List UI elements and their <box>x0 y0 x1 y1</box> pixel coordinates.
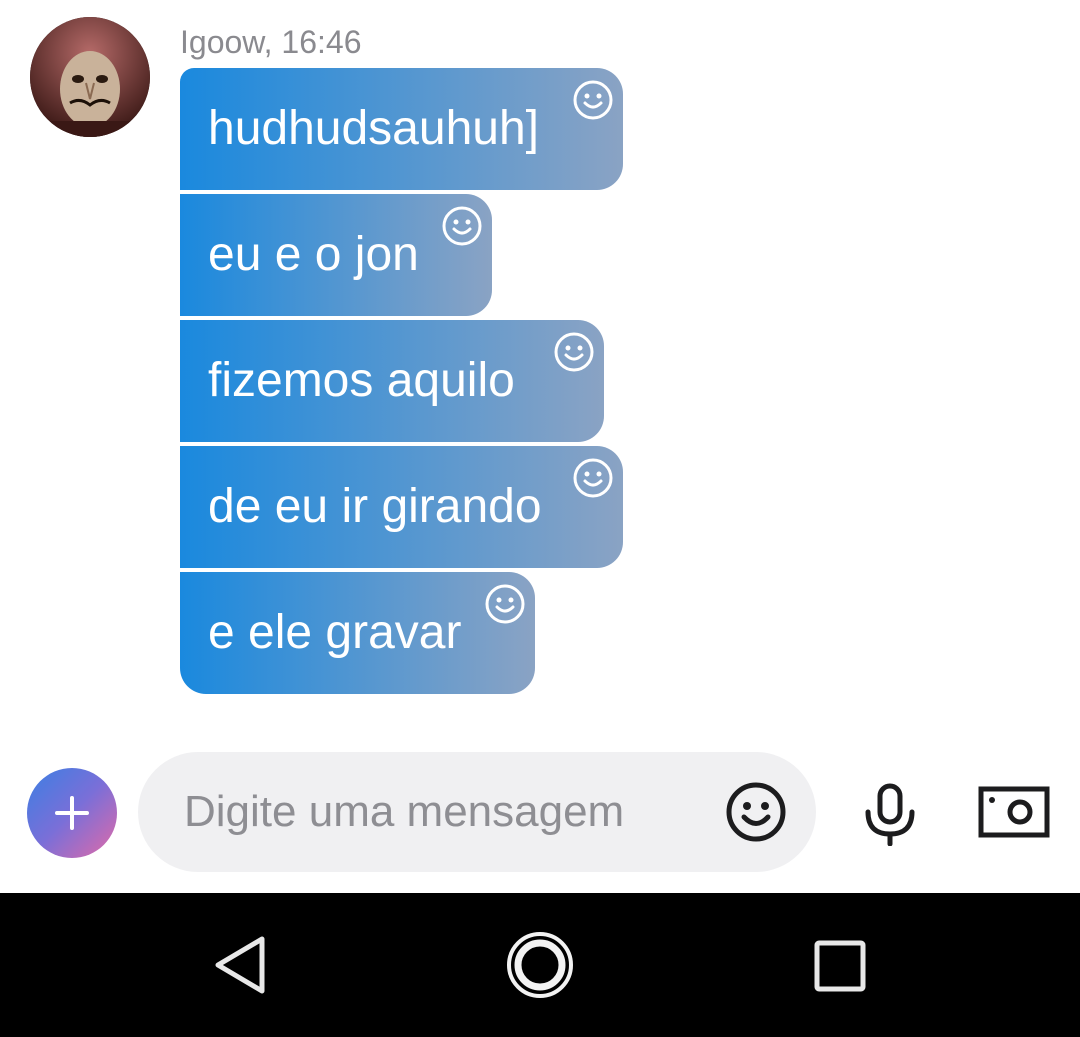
recents-square-icon[interactable] <box>812 938 868 994</box>
camera-icon[interactable] <box>978 786 1050 838</box>
message-input[interactable]: Digite uma mensagem <box>138 752 816 872</box>
message-text: eu e o jon <box>208 228 419 281</box>
message-bubble[interactable]: fizemos aquilo <box>180 320 604 442</box>
avatar-image <box>30 17 150 137</box>
message-text: de eu ir girando <box>208 480 542 533</box>
add-attachment-button[interactable] <box>27 768 117 858</box>
message-bubble[interactable]: eu e o jon <box>180 194 492 316</box>
home-circle-icon[interactable] <box>505 930 575 1000</box>
message-bubble[interactable]: de eu ir girando <box>180 446 623 568</box>
message-text: e ele gravar <box>208 606 462 659</box>
avatar[interactable] <box>30 17 150 137</box>
message-composer: Digite uma mensagem <box>0 742 1080 882</box>
reaction-smiley-icon[interactable] <box>484 583 526 625</box>
message-input-placeholder: Digite uma mensagem <box>184 787 625 836</box>
plus-icon <box>55 796 89 830</box>
message-text: fizemos aquilo <box>208 354 515 407</box>
back-triangle-icon[interactable] <box>212 934 268 996</box>
reaction-smiley-icon[interactable] <box>441 205 483 247</box>
smiley-icon[interactable] <box>724 780 788 844</box>
reaction-smiley-icon[interactable] <box>572 79 614 121</box>
sender-name-time: Igoow, 16:46 <box>180 24 362 60</box>
message-bubble[interactable]: hudhudsauhuh] <box>180 68 623 190</box>
reaction-smiley-icon[interactable] <box>553 331 595 373</box>
microphone-icon[interactable] <box>860 782 920 846</box>
message-text: hudhudsauhuh] <box>208 102 539 155</box>
message-bubble[interactable]: e ele gravar <box>180 572 535 694</box>
reaction-smiley-icon[interactable] <box>572 457 614 499</box>
